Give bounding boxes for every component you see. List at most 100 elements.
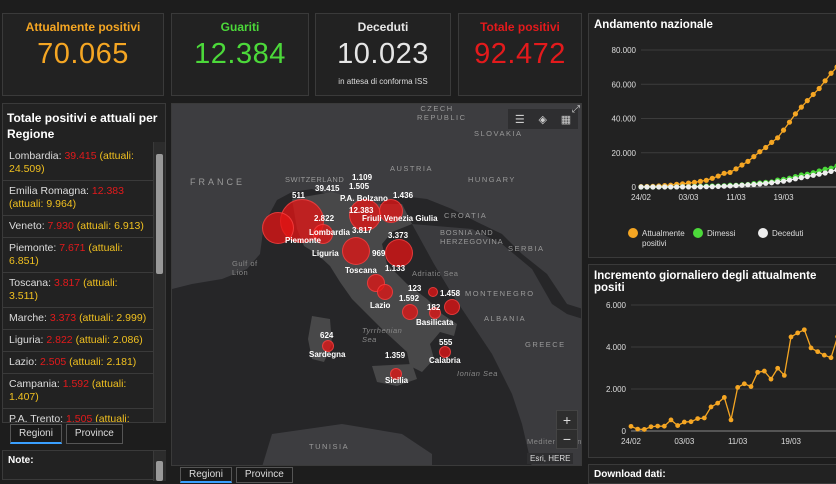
data-point	[728, 417, 734, 423]
country-label: HUNGARY	[468, 175, 516, 184]
region-bubble[interactable]	[342, 237, 370, 265]
data-point	[816, 85, 822, 92]
data-point	[695, 416, 701, 422]
series-line	[630, 328, 836, 431]
data-point	[675, 423, 681, 428]
data-point	[786, 177, 793, 183]
map-panel[interactable]: CZECH REPUBLIC SLOVAKIA AUSTRIA HUNGARY …	[171, 103, 582, 466]
zoom-in-button[interactable]: +	[556, 410, 578, 430]
tab-province[interactable]: Province	[235, 467, 293, 483]
data-point	[745, 182, 751, 188]
data-point	[768, 376, 774, 382]
data-point	[735, 385, 741, 390]
map-label: Friuli Venezia Giulia	[362, 214, 438, 223]
region-total: 2.505	[39, 356, 67, 368]
y-tick-label: 4.000	[606, 343, 627, 352]
region-name: Veneto:	[9, 220, 45, 232]
x-tick-label: 11/03	[728, 437, 748, 446]
map-label: Liguria	[312, 249, 339, 258]
country-label: SWITZERLAND	[285, 175, 345, 184]
data-point	[748, 384, 754, 389]
region-list-panel: Totale positivi e attuali per Regione Lo…	[2, 103, 166, 423]
region-name: Emilia Romagna:	[9, 185, 89, 197]
data-point	[816, 171, 822, 177]
data-point	[715, 400, 721, 406]
region-bubble[interactable]	[428, 287, 438, 297]
data-point	[650, 184, 656, 190]
map-label: 1.458	[440, 289, 461, 298]
zoom-out-button[interactable]: −	[556, 429, 578, 449]
y-tick-label: 60.000	[612, 80, 637, 89]
data-point	[697, 178, 703, 184]
data-point	[733, 182, 739, 189]
tab-regioni[interactable]: Regioni	[180, 467, 232, 483]
scrollbar-thumb[interactable]	[156, 461, 163, 481]
region-name: Marche:	[9, 312, 47, 324]
map-label: 511	[292, 191, 305, 200]
scrollbar-thumb[interactable]	[156, 154, 163, 274]
region-bubble[interactable]	[444, 299, 460, 315]
list-icon[interactable]: ☰	[515, 113, 525, 126]
data-point	[810, 172, 816, 178]
region-tabs: Regioni Province	[10, 424, 123, 444]
region-list-scrollbar[interactable]	[153, 142, 165, 422]
data-point	[828, 168, 834, 174]
region-total: 7.671	[59, 242, 86, 254]
y-tick-label: 40.000	[612, 115, 637, 124]
data-point	[668, 417, 674, 423]
country-label: CROATIA	[444, 211, 488, 220]
chart-incremento[interactable]: 0 2.000 4.000 6.000 24/02 03/03 11/03 19/03	[589, 265, 836, 458]
region-row: Veneto: 7.930 (attuali: 6.913)	[3, 216, 153, 238]
data-point	[685, 184, 692, 190]
chart-incremento-panel: Incremento giornaliero degli attualmente…	[588, 264, 836, 458]
map-label: 2.822	[314, 214, 335, 223]
data-point	[801, 327, 807, 333]
data-point	[798, 175, 804, 181]
map-label: Piemonte	[285, 236, 322, 245]
tab-regioni[interactable]: Regioni	[10, 424, 62, 444]
data-point	[681, 419, 687, 425]
y-tick-label: 6.000	[606, 301, 627, 310]
region-bubble[interactable]	[385, 239, 413, 267]
kpi-totale-positivi: Totale positivi 92.472	[458, 13, 582, 96]
data-point	[739, 182, 745, 188]
data-point	[733, 166, 739, 172]
map-label: Calabria	[429, 356, 461, 365]
x-tick-label: 24/02	[631, 193, 652, 202]
data-point	[775, 135, 781, 141]
map-label: 1.436	[393, 191, 414, 200]
map-label: Sardegna	[309, 350, 346, 359]
region-name: Lombardia:	[9, 150, 62, 162]
data-point	[628, 423, 634, 429]
data-point	[822, 78, 828, 84]
region-total: 7.930	[47, 220, 74, 232]
region-attuali: (attuali: 2.181)	[69, 356, 137, 368]
layers-icon[interactable]: ◈	[539, 113, 547, 126]
expand-icon[interactable]: ⤢	[572, 104, 580, 115]
data-point	[638, 184, 644, 190]
data-point	[769, 139, 775, 145]
data-point	[697, 184, 703, 190]
region-total: 12.383	[91, 185, 124, 197]
data-point	[721, 395, 727, 400]
region-bubble[interactable]	[377, 284, 393, 300]
data-point	[804, 173, 810, 180]
region-total: 3.817	[53, 277, 81, 289]
chart-andamento[interactable]: 0 20.000 40.000 60.000 80.000 24/02 03/03 11/03…	[589, 14, 836, 258]
data-point	[641, 427, 647, 432]
data-point	[648, 424, 654, 430]
tab-province[interactable]: Province	[65, 424, 123, 444]
region-attuali: (attuali: 6.913)	[76, 220, 144, 232]
data-point	[708, 404, 714, 410]
data-point	[656, 184, 662, 190]
data-point	[703, 177, 709, 183]
grid-icon[interactable]: ▦	[561, 113, 571, 126]
data-point	[788, 334, 794, 340]
map-attribution[interactable]: Esri, HERE	[527, 453, 574, 464]
sea-label: Adriatic Sea	[412, 269, 459, 278]
country-label: SLOVAKIA	[474, 129, 523, 138]
kpi-guariti: Guariti 12.384	[171, 13, 309, 96]
region-name: Toscana:	[9, 277, 52, 289]
download-title: Download dati:	[594, 469, 666, 480]
x-tick-label: 03/03	[678, 193, 699, 202]
